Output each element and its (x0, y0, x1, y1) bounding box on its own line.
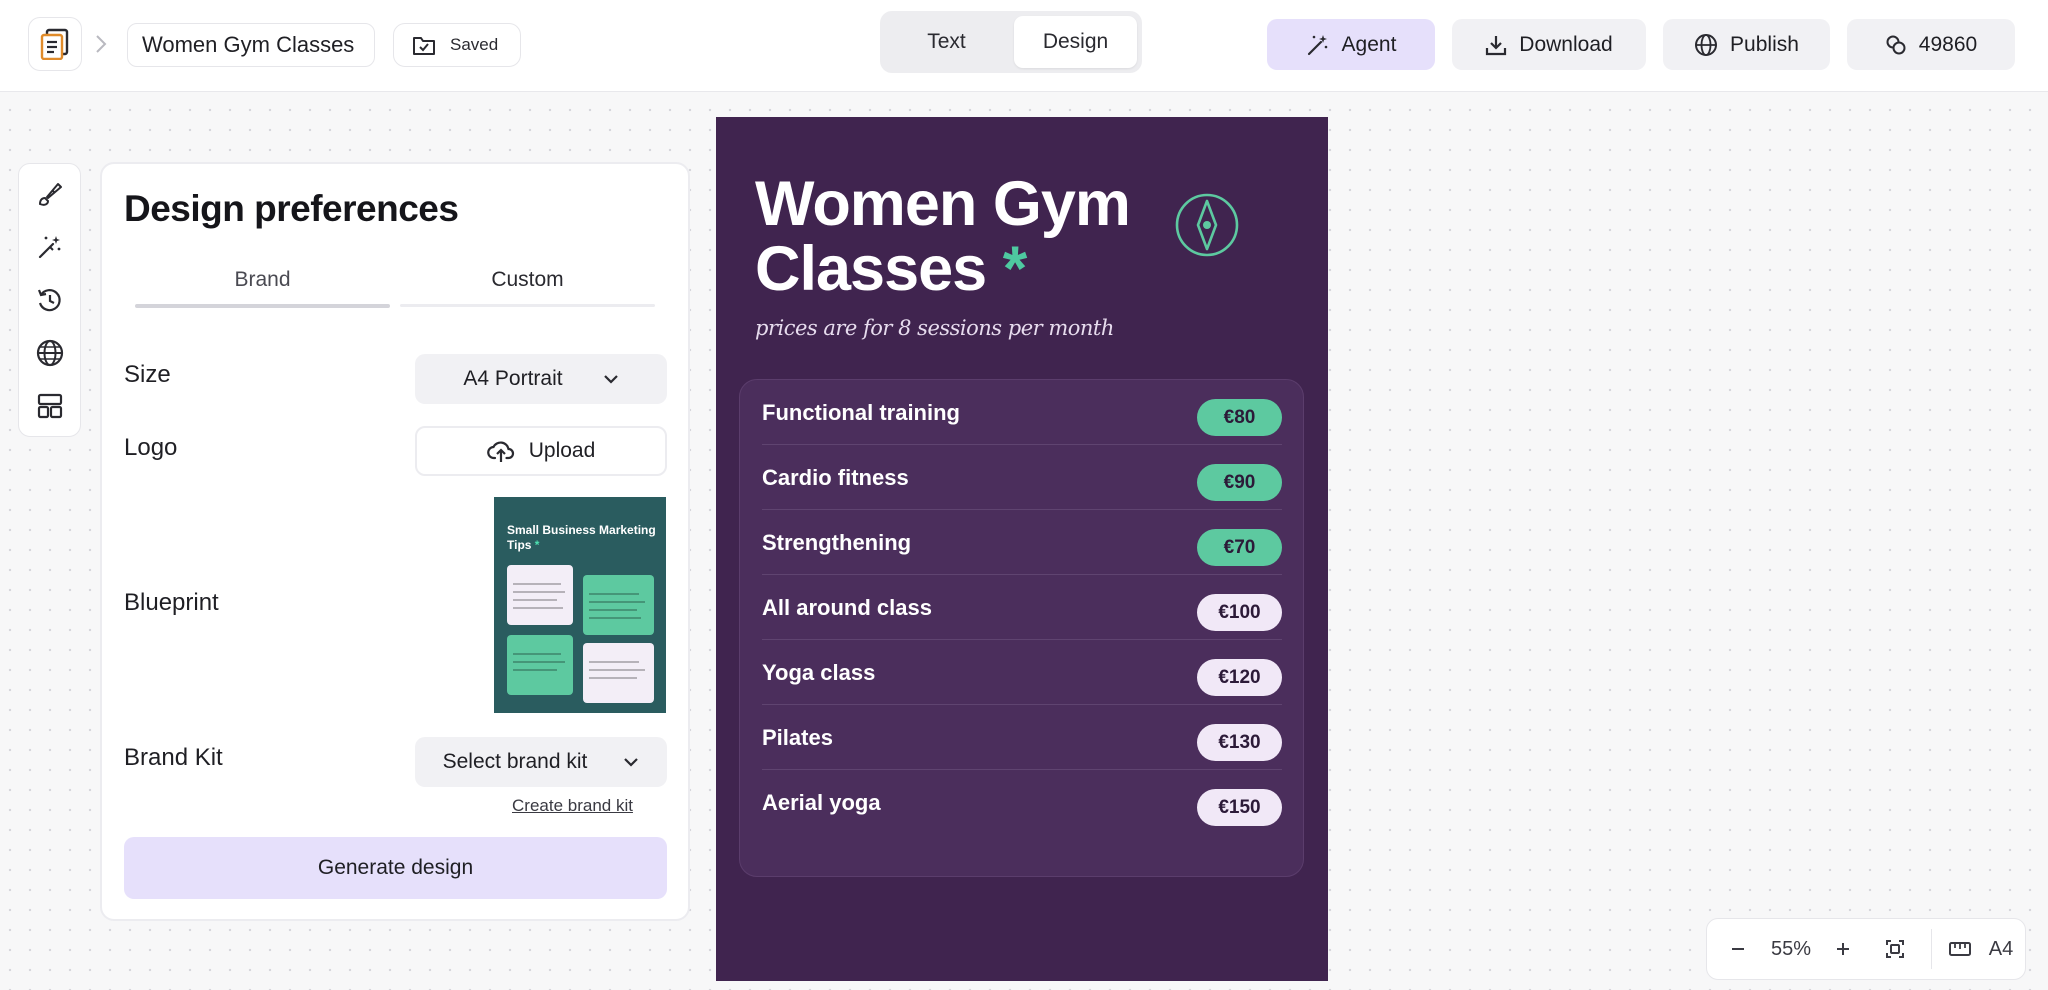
zoom-level: 55% (1770, 937, 1812, 960)
chevron-down-icon (603, 375, 618, 384)
poster-title[interactable]: Women Gym Classes * (755, 172, 1195, 302)
layout-icon[interactable] (33, 389, 67, 423)
design-canvas-poster[interactable]: Women Gym Classes * prices are for 8 ses… (716, 117, 1328, 981)
page-size-button[interactable] (1932, 940, 1988, 958)
price-row[interactable]: Strengthening €70 (762, 510, 1282, 575)
blueprint-card (507, 635, 573, 695)
folder-check-icon (413, 37, 435, 55)
size-select[interactable]: A4 Portrait (415, 354, 667, 404)
class-name: All around class (762, 595, 932, 620)
document-title-input[interactable]: Women Gym Classes (127, 23, 375, 67)
fit-to-screen-button[interactable] (1873, 939, 1917, 959)
zoom-in-button[interactable] (1813, 941, 1873, 957)
brand-kit-select[interactable]: Select brand kit (415, 737, 667, 787)
tab-design[interactable]: Design (1014, 16, 1137, 68)
poster-title-asterisk: * (1002, 234, 1028, 304)
minus-icon (1732, 948, 1744, 950)
class-name: Yoga class (762, 660, 876, 685)
generate-design-button[interactable]: Generate design (124, 837, 667, 899)
paintbrush-icon[interactable] (33, 177, 67, 211)
publish-button[interactable]: Publish (1663, 19, 1830, 70)
blueprint-card (583, 643, 654, 703)
price-row[interactable]: Aerial yoga €150 (762, 770, 1282, 835)
credits-button[interactable]: 49860 (1847, 19, 2015, 70)
brand-kit-value: Select brand kit (442, 750, 588, 773)
price-badge: €130 (1197, 724, 1282, 761)
class-name: Aerial yoga (762, 790, 881, 815)
mode-switch: Text Design (880, 11, 1142, 73)
chevron-right-icon (96, 35, 107, 53)
globe-icon[interactable] (33, 336, 67, 370)
tab-custom[interactable]: Custom (400, 268, 655, 292)
price-badge: €70 (1197, 529, 1282, 566)
price-badge: €150 (1197, 789, 1282, 826)
class-name: Functional training (762, 400, 960, 425)
price-badge: €100 (1197, 594, 1282, 631)
price-badge: €120 (1197, 659, 1282, 696)
tab-text[interactable]: Text (885, 16, 1008, 68)
price-row[interactable]: Functional training €80 (762, 380, 1282, 445)
tool-rail (18, 163, 81, 437)
price-badge: €80 (1197, 399, 1282, 436)
blueprint-label: Blueprint (124, 589, 219, 616)
magic-wand-icon (1307, 34, 1327, 55)
design-preferences-panel: Design preferences Brand Custom Size A4 … (100, 162, 690, 921)
price-row[interactable]: All around class €100 (762, 575, 1282, 640)
blueprint-thumbnail-title: Small Business Marketing Tips * (507, 523, 656, 552)
blueprint-card (583, 575, 654, 635)
top-bar: Women Gym Classes Saved Text Design Agen… (0, 0, 2048, 92)
class-name: Strengthening (762, 530, 912, 555)
price-row[interactable]: Cardio fitness €90 (762, 445, 1282, 510)
blueprint-thumbnail[interactable]: Small Business Marketing Tips * (494, 497, 666, 713)
size-value: A4 Portrait (463, 367, 563, 390)
coins-icon (1886, 35, 1906, 54)
zoom-out-button[interactable] (1707, 941, 1769, 957)
blueprint-card (507, 565, 573, 625)
ruler-icon (1949, 942, 1971, 956)
magic-wand-icon[interactable] (33, 230, 67, 264)
document-logo-icon (40, 28, 69, 60)
saved-label: Saved (450, 35, 499, 54)
cloud-upload-icon (486, 441, 514, 462)
download-label: Download (1519, 32, 1613, 56)
plus-icon (1837, 943, 1849, 955)
credits-count: 49860 (1918, 32, 1978, 56)
create-brand-kit-link[interactable]: Create brand kit (512, 796, 633, 816)
tab-brand-indicator (135, 304, 390, 308)
price-list[interactable]: Functional training €80 Cardio fitness €… (739, 379, 1304, 877)
poster-subtitle[interactable]: prices are for 8 sessions per month (755, 316, 1114, 340)
class-name: Cardio fitness (762, 465, 909, 490)
price-row[interactable]: Yoga class €120 (762, 640, 1282, 705)
price-badge: €90 (1197, 464, 1282, 501)
tab-custom-indicator (400, 304, 655, 307)
agent-label: Agent (1341, 32, 1397, 56)
page-size-label: A4 (1988, 937, 2014, 960)
fit-screen-icon (1886, 940, 1904, 958)
size-label: Size (124, 361, 171, 388)
saved-status-button[interactable]: Saved (393, 23, 521, 67)
panel-title: Design preferences (124, 188, 459, 229)
history-icon[interactable] (33, 283, 67, 317)
compass-icon (1175, 193, 1239, 257)
logo-upload-button[interactable]: Upload (415, 426, 667, 476)
brand-kit-label: Brand Kit (124, 744, 223, 771)
class-name: Pilates (762, 725, 833, 750)
upload-label: Upload (528, 439, 596, 462)
publish-label: Publish (1730, 32, 1799, 56)
download-icon (1486, 35, 1507, 55)
logo-label: Logo (124, 434, 178, 461)
price-row[interactable]: Pilates €130 (762, 705, 1282, 770)
chevron-down-icon (624, 758, 639, 767)
download-button[interactable]: Download (1452, 19, 1646, 70)
zoom-controls: 55% A4 (1706, 918, 2026, 980)
app-logo-button[interactable] (28, 17, 82, 71)
agent-button[interactable]: Agent (1267, 19, 1435, 70)
globe-icon (1695, 33, 1718, 56)
tab-brand[interactable]: Brand (135, 268, 390, 292)
